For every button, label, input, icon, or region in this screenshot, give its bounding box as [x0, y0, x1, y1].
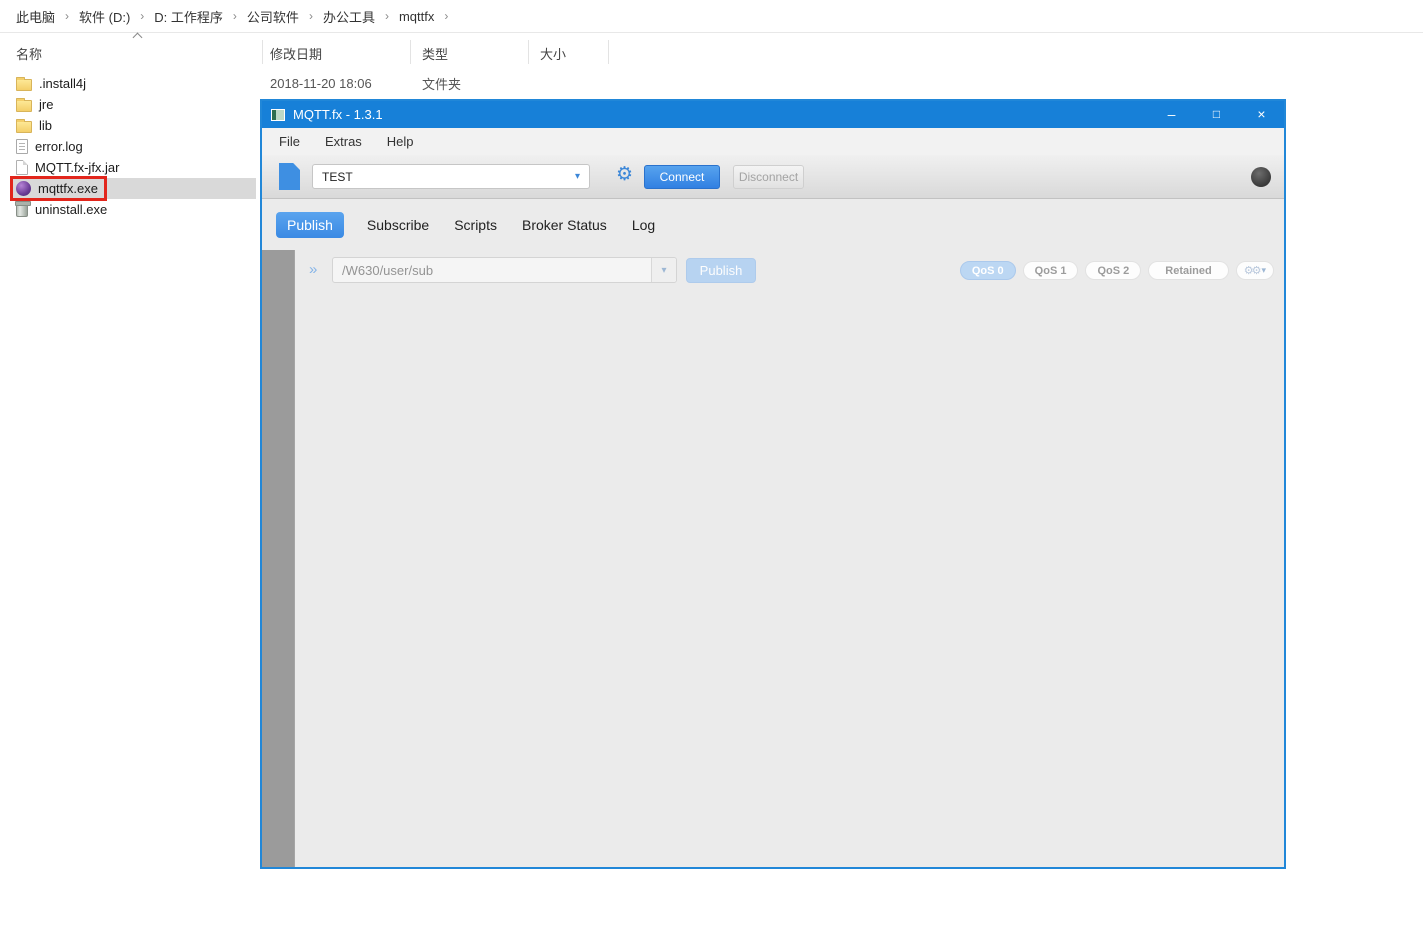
chevron-down-icon: ▾ — [575, 171, 580, 182]
mqttfx-window: MQTT.fx - 1.3.1 – □ × File Extras Help TES… — [260, 99, 1286, 869]
profile-select[interactable]: TEST ▾ — [312, 164, 590, 189]
column-divider[interactable] — [262, 40, 263, 64]
qos-controls: QoS 0 QoS 1 QoS 2 Retained ⚙⚙ ▾ — [960, 261, 1274, 280]
log-file-icon — [16, 139, 28, 154]
menu-item-help[interactable]: Help — [387, 134, 414, 149]
file-date: 2018-11-20 18:06 — [270, 76, 372, 91]
breadcrumb-separator-icon: › — [444, 9, 448, 23]
tab-scripts[interactable]: Scripts — [452, 212, 499, 238]
settings-gear-icon[interactable]: ⚙ — [616, 163, 633, 185]
folder-icon — [16, 100, 32, 112]
topic-value: /W630/user/sub — [333, 263, 651, 278]
publish-button[interactable]: Publish — [686, 258, 756, 283]
tab-broker-status[interactable]: Broker Status — [520, 212, 609, 238]
file-name: lib — [39, 118, 52, 133]
folder-icon — [16, 121, 32, 133]
breadcrumb-item[interactable]: D: 工作程序 — [154, 7, 223, 26]
breadcrumb-item[interactable]: 此电脑 — [16, 7, 55, 26]
file-name: jre — [39, 97, 53, 112]
breadcrumb-item[interactable]: 办公工具 — [323, 7, 375, 26]
publish-options-button[interactable]: ⚙⚙ ▾ — [1236, 261, 1274, 280]
breadcrumb-separator-icon: › — [233, 9, 237, 23]
qos-button-qos-1[interactable]: QoS 1 — [1023, 261, 1079, 280]
tab-subscribe[interactable]: Subscribe — [365, 212, 431, 238]
file-name: error.log — [35, 139, 83, 154]
menu-item-file[interactable]: File — [279, 134, 300, 149]
breadcrumb-item[interactable]: 软件 (D:) — [79, 7, 130, 26]
tab-bar: Publish Subscribe Scripts Broker Status Log — [276, 212, 657, 238]
column-divider[interactable] — [410, 40, 411, 64]
breadcrumb-separator-icon: › — [65, 9, 69, 23]
mqttfx-app-icon — [16, 181, 31, 196]
breadcrumb-separator-icon: › — [140, 9, 144, 23]
breadcrumb-separator-icon: › — [385, 9, 389, 23]
file-entry[interactable]: .install4j — [14, 75, 91, 92]
qos-button-qos-2[interactable]: QoS 2 — [1085, 261, 1141, 280]
annotated-file[interactable]: mqttfx.exe — [14, 180, 103, 197]
file-entry[interactable]: lib — [14, 117, 57, 134]
menu-item-extras[interactable]: Extras — [325, 134, 362, 149]
file-list-header: 名称 修改日期 类型 大小 — [0, 38, 1423, 64]
gears-icon: ⚙⚙ — [1244, 264, 1260, 277]
window-content: PublishSubscribeScriptsBroker StatusLog … — [262, 199, 1284, 867]
file-entry[interactable]: jre — [14, 96, 58, 113]
profile-selected-value: TEST — [322, 170, 353, 184]
file-name: MQTT.fx-jfx.jar — [35, 160, 120, 175]
topic-dropdown-button[interactable]: ▾ — [651, 258, 676, 282]
publish-panel: » /W630/user/sub ▾ Publish QoS 0QoS 1QoS… — [296, 250, 1284, 294]
tab-log[interactable]: Log — [630, 212, 657, 238]
file-entry[interactable]: uninstall.exe — [14, 201, 112, 218]
column-header-size[interactable]: 大小 — [540, 44, 566, 63]
file-type: 文件夹 — [422, 74, 461, 93]
file-name: uninstall.exe — [35, 202, 107, 217]
breadcrumb-item[interactable]: 公司软件 — [247, 7, 299, 26]
folder-icon — [16, 79, 32, 91]
connection-status-indicator — [1251, 167, 1271, 187]
minimize-button[interactable]: – — [1149, 101, 1194, 128]
jar-file-icon — [16, 160, 28, 175]
breadcrumb: 此电脑 › 软件 (D:) › D: 工作程序 › 公司软件 › 办公工具 › mqttfx › — [0, 0, 1423, 33]
breadcrumb-separator-icon: › — [309, 9, 313, 23]
disconnect-button[interactable]: Disconnect — [733, 165, 804, 189]
column-header-type[interactable]: 类型 — [422, 44, 448, 63]
close-button[interactable]: × — [1239, 101, 1284, 128]
topic-input[interactable]: /W630/user/sub ▾ — [332, 257, 677, 283]
column-divider[interactable] — [608, 40, 609, 64]
mqttfx-app-window-icon — [271, 109, 285, 121]
window-controls: – □ × — [1149, 101, 1284, 128]
file-row[interactable]: .install4j 2018-11-20 18:06 文件夹 — [0, 73, 620, 94]
uninstall-icon — [16, 204, 28, 217]
file-entry[interactable]: MQTT.fx-jfx.jar — [14, 159, 125, 176]
window-title: MQTT.fx - 1.3.1 — [293, 107, 383, 122]
titlebar[interactable]: MQTT.fx - 1.3.1 – □ × — [262, 101, 1284, 128]
file-name: mqttfx.exe — [38, 181, 98, 196]
profile-file-icon — [279, 163, 300, 190]
sort-ascending-icon — [133, 33, 143, 43]
connection-toolbar: TEST ▾ ⚙ Connect Disconnect — [262, 155, 1284, 199]
collapsed-sidebar[interactable] — [262, 250, 295, 867]
breadcrumb-item[interactable]: mqttfx — [399, 9, 434, 24]
menu-bar: File Extras Help — [262, 128, 1284, 155]
file-entry[interactable]: error.log — [14, 138, 88, 155]
expand-chevrons-icon[interactable]: » — [309, 261, 317, 278]
chevron-down-icon: ▾ — [1261, 265, 1266, 276]
connect-button[interactable]: Connect — [644, 165, 720, 189]
column-divider[interactable] — [528, 40, 529, 64]
qos-button-qos-0[interactable]: QoS 0 — [960, 261, 1016, 280]
file-name: .install4j — [39, 76, 86, 91]
retained-toggle[interactable]: Retained — [1148, 261, 1228, 280]
maximize-button[interactable]: □ — [1194, 101, 1239, 128]
tab-publish[interactable]: Publish — [276, 212, 344, 238]
column-header-date[interactable]: 修改日期 — [270, 44, 322, 63]
column-header-name[interactable]: 名称 — [16, 44, 42, 63]
